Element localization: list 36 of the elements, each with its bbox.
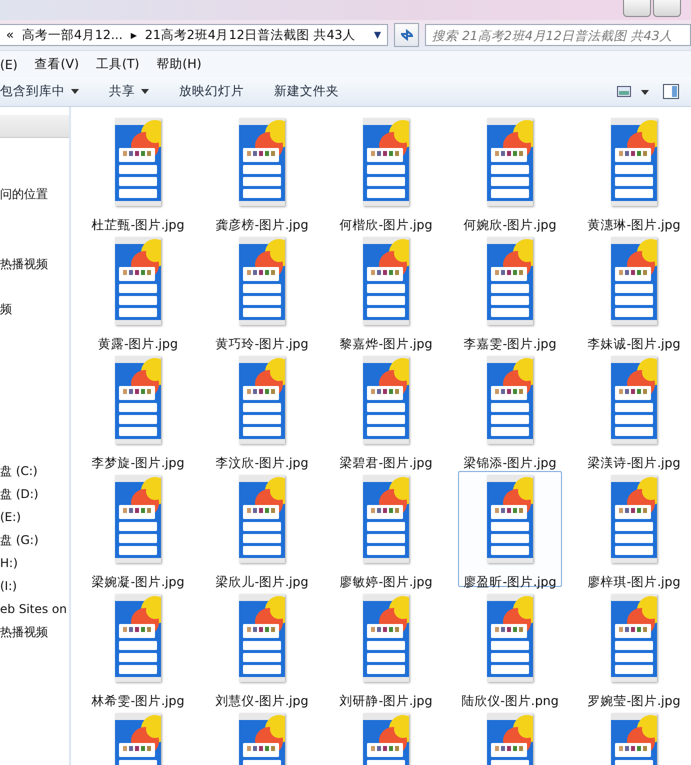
menu-item[interactable]: 帮助(H) xyxy=(156,56,202,72)
maximize-button[interactable] xyxy=(653,0,681,17)
nav-item[interactable]: 盘 (G:) xyxy=(0,529,69,552)
menu-item[interactable]: (E) xyxy=(0,56,18,72)
refresh-button[interactable] xyxy=(394,23,419,47)
breadcrumb[interactable]: 21高考2班4月12日普法截图 共43人 xyxy=(144,26,356,44)
caret-icon xyxy=(71,89,79,94)
nav-item[interactable]: 问的位置 xyxy=(0,183,69,206)
nav-item[interactable]: 盘 (C:) xyxy=(0,460,69,483)
caret-icon xyxy=(141,89,149,94)
toolbar-button[interactable]: 包含到库中 xyxy=(0,81,79,102)
preview-pane-button[interactable] xyxy=(661,82,681,101)
separator-arrow: ▶ xyxy=(130,30,137,40)
refresh-icon xyxy=(398,28,414,42)
view-options-button[interactable] xyxy=(615,84,651,100)
nav-item[interactable]: H:) xyxy=(0,552,69,575)
address-bar[interactable]: « 高考一部4月12... ▶ 21高考2班4月12日普法截图 共43人 ▾ xyxy=(0,24,388,46)
back-chevron[interactable]: « xyxy=(6,28,14,42)
nav-item[interactable]: 盘 (D:) xyxy=(0,483,69,506)
dropdown-arrow[interactable]: ▾ xyxy=(374,27,387,43)
menu-item[interactable]: 查看(V) xyxy=(34,56,79,72)
file-item[interactable]: 廖盈昕-图片.jpg xyxy=(458,471,562,587)
search-field[interactable]: 搜索 21高考2班4月12日普法截图 共43人 xyxy=(425,24,691,46)
minimize-button[interactable] xyxy=(623,0,651,17)
breadcrumb[interactable]: 高考一部4月12... xyxy=(22,26,123,44)
toolbar-button[interactable]: 放映幻灯片 xyxy=(179,81,244,102)
nav-header-bar xyxy=(0,115,69,138)
toolbar-button[interactable]: 共享 xyxy=(109,81,149,102)
nav-item[interactable]: (E:) xyxy=(0,506,69,529)
nav-item[interactable]: eb Sites on xyxy=(0,598,69,621)
menu-item[interactable]: 工具(T) xyxy=(96,56,140,72)
nav-item[interactable]: 热播视频 xyxy=(0,253,69,276)
nav-item[interactable]: (I:) xyxy=(0,575,69,598)
toolbar-button[interactable]: 新建文件夹 xyxy=(274,81,339,102)
nav-item[interactable]: 频 xyxy=(0,298,69,321)
nav-item[interactable]: 热播视频 xyxy=(0,621,69,644)
